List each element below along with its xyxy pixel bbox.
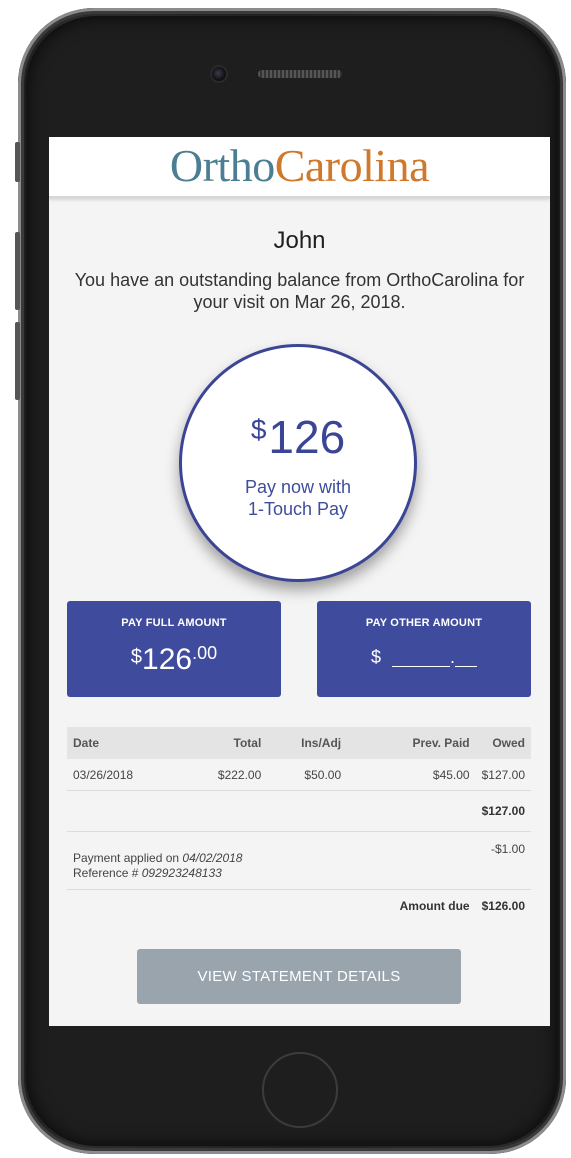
patient-name: John <box>273 227 326 254</box>
other-amount-input[interactable]: $ . <box>317 647 531 668</box>
front-camera-icon <box>212 67 226 81</box>
orthocarolina-logo: OrthoCarolina <box>169 140 430 191</box>
statement-table: Date Total Ins/Adj Prev. Paid Owed 03/26… <box>67 727 531 921</box>
home-button[interactable] <box>262 1052 338 1128</box>
phone-side-button <box>15 322 20 400</box>
table-row: 03/26/2018 $222.00 $50.00 $45.00 $127.00 <box>67 759 531 791</box>
phone-side-button <box>15 142 20 182</box>
amount-due-row: Amount due $126.00 <box>67 890 531 922</box>
pay-other-title: PAY OTHER AMOUNT <box>365 617 483 629</box>
one-touch-pay-label: Pay now with 1-Touch Pay <box>244 477 352 519</box>
speaker-grille <box>258 70 342 78</box>
col-total: Total <box>185 727 268 759</box>
table-header-row: Date Total Ins/Adj Prev. Paid Owed <box>67 727 531 759</box>
subtotal-row: $127.00 <box>67 790 531 832</box>
pay-full-title: PAY FULL AMOUNT <box>121 617 227 629</box>
col-date: Date <box>67 727 186 759</box>
view-statement-details-button[interactable]: VIEW STATEMENT DETAILS <box>137 949 461 1004</box>
balance-message: You have an outstanding balance from Ort… <box>74 270 525 312</box>
amount-due: $126.00 <box>481 898 525 913</box>
app-screen: OrthoCarolina John You have an outstandi… <box>49 137 550 1026</box>
one-touch-pay-button[interactable]: $126 Pay now with 1-Touch Pay <box>179 344 417 582</box>
col-prev-paid: Prev. Paid <box>347 727 476 759</box>
pay-other-amount-button[interactable]: PAY OTHER AMOUNT $ . <box>317 601 531 697</box>
amount-due-label: Amount due <box>399 898 470 913</box>
dollars-field[interactable] <box>392 648 450 667</box>
balance-amount: $126 <box>250 411 346 463</box>
col-ins-adj: Ins/Adj <box>267 727 348 759</box>
pay-full-amount: $126.00 <box>130 643 218 676</box>
pay-full-amount-button[interactable]: PAY FULL AMOUNT $126.00 <box>67 601 281 697</box>
payment-row: Payment applied on 04/02/2018 Reference … <box>67 831 531 890</box>
phone-side-button <box>15 232 20 310</box>
col-owed: Owed <box>475 727 531 759</box>
payment-note: Payment applied on 04/02/2018 Reference … <box>73 850 243 880</box>
header-bar: OrthoCarolina <box>49 137 550 198</box>
payment-amount: -$1.00 <box>475 831 531 890</box>
cents-field[interactable] <box>455 648 478 667</box>
subtotal: $127.00 <box>475 790 531 832</box>
